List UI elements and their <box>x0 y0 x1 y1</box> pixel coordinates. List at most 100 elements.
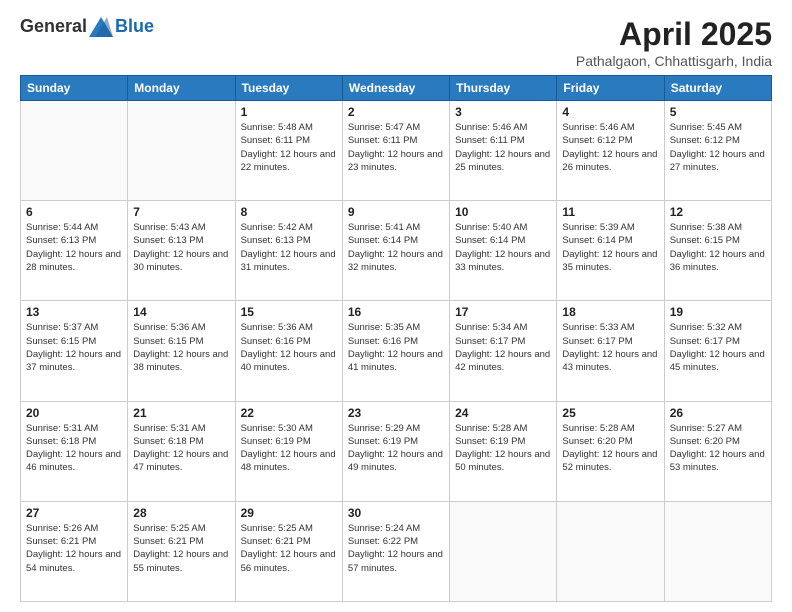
day-number: 23 <box>348 406 444 420</box>
day-info: Sunrise: 5:36 AMSunset: 6:16 PMDaylight:… <box>241 321 337 374</box>
day-number: 5 <box>670 105 766 119</box>
day-info: Sunrise: 5:46 AMSunset: 6:11 PMDaylight:… <box>455 121 551 174</box>
table-row: 30Sunrise: 5:24 AMSunset: 6:22 PMDayligh… <box>342 501 449 601</box>
table-row: 28 Sunrise: 5:25 AMSunset: 6:21 PMDayligh… <box>128 501 235 601</box>
table-row: 7 Sunrise: 5:43 AMSunset: 6:13 PMDaylight… <box>128 201 235 301</box>
table-row: 29 Sunrise: 5:25 AMSunset: 6:21 PMDayligh… <box>235 501 342 601</box>
table-row: 19 Sunrise: 5:32 AMSunset: 6:17 PMDayligh… <box>664 301 771 401</box>
day-number: 19 <box>670 305 766 319</box>
table-row: 9 Sunrise: 5:41 AMSunset: 6:14 PMDaylight… <box>342 201 449 301</box>
day-number: 17 <box>455 305 551 319</box>
table-row: 22Sunrise: 5:30 AMSunset: 6:19 PMDayligh… <box>235 401 342 501</box>
logo-text-blue: Blue <box>115 16 154 37</box>
title-block: April 2025 Pathalgaon, Chhattisgarh, Ind… <box>576 16 772 69</box>
day-info: Sunrise: 5:32 AMSunset: 6:17 PMDaylight:… <box>670 321 766 374</box>
day-info: Sunrise: 5:47 AMSunset: 6:11 PMDaylight:… <box>348 121 444 174</box>
table-row: 13 Sunrise: 5:37 AMSunset: 6:15 PMDayligh… <box>21 301 128 401</box>
col-sunday: Sunday <box>21 76 128 101</box>
table-row: 8Sunrise: 5:42 AMSunset: 6:13 PMDaylight… <box>235 201 342 301</box>
day-number: 18 <box>562 305 658 319</box>
table-row <box>557 501 664 601</box>
day-info: Sunrise: 5:37 AMSunset: 6:15 PMDaylight:… <box>26 321 122 374</box>
day-number: 22 <box>241 406 337 420</box>
calendar-week-row: 1 Sunrise: 5:48 AMSunset: 6:11 PMDaylight… <box>21 101 772 201</box>
logo-text-general: General <box>20 16 87 37</box>
day-info: Sunrise: 5:25 AMSunset: 6:21 PMDaylight:… <box>133 522 229 575</box>
table-row: 26 Sunrise: 5:27 AMSunset: 6:20 PMDayligh… <box>664 401 771 501</box>
day-info: Sunrise: 5:42 AMSunset: 6:13 PMDaylight:… <box>241 221 337 274</box>
day-info: Sunrise: 5:40 AMSunset: 6:14 PMDaylight:… <box>455 221 551 274</box>
day-number: 28 <box>133 506 229 520</box>
col-thursday: Thursday <box>450 76 557 101</box>
day-info: Sunrise: 5:39 AMSunset: 6:14 PMDaylight:… <box>562 221 658 274</box>
day-info: Sunrise: 5:35 AMSunset: 6:16 PMDaylight:… <box>348 321 444 374</box>
day-number: 16 <box>348 305 444 319</box>
table-row: 10 Sunrise: 5:40 AMSunset: 6:14 PMDayligh… <box>450 201 557 301</box>
day-number: 20 <box>26 406 122 420</box>
day-number: 14 <box>133 305 229 319</box>
day-number: 24 <box>455 406 551 420</box>
table-row <box>21 101 128 201</box>
table-row: 24Sunrise: 5:28 AMSunset: 6:19 PMDayligh… <box>450 401 557 501</box>
table-row: 12Sunrise: 5:38 AMSunset: 6:15 PMDayligh… <box>664 201 771 301</box>
day-number: 2 <box>348 105 444 119</box>
header: General Blue April 2025 Pathalgaon, Chha… <box>20 16 772 69</box>
table-row: 16 Sunrise: 5:35 AMSunset: 6:16 PMDayligh… <box>342 301 449 401</box>
day-info: Sunrise: 5:48 AMSunset: 6:11 PMDaylight:… <box>241 121 337 174</box>
col-friday: Friday <box>557 76 664 101</box>
table-row: 25 Sunrise: 5:28 AMSunset: 6:20 PMDayligh… <box>557 401 664 501</box>
day-info: Sunrise: 5:33 AMSunset: 6:17 PMDaylight:… <box>562 321 658 374</box>
day-info: Sunrise: 5:43 AMSunset: 6:13 PMDaylight:… <box>133 221 229 274</box>
day-number: 13 <box>26 305 122 319</box>
day-number: 21 <box>133 406 229 420</box>
table-row: 15Sunrise: 5:36 AMSunset: 6:16 PMDayligh… <box>235 301 342 401</box>
calendar-week-row: 27Sunrise: 5:26 AMSunset: 6:21 PMDayligh… <box>21 501 772 601</box>
day-number: 6 <box>26 205 122 219</box>
day-number: 1 <box>241 105 337 119</box>
calendar-week-row: 6Sunrise: 5:44 AMSunset: 6:13 PMDaylight… <box>21 201 772 301</box>
col-saturday: Saturday <box>664 76 771 101</box>
title-main: April 2025 <box>576 16 772 53</box>
day-info: Sunrise: 5:41 AMSunset: 6:14 PMDaylight:… <box>348 221 444 274</box>
table-row: 18 Sunrise: 5:33 AMSunset: 6:17 PMDayligh… <box>557 301 664 401</box>
day-number: 3 <box>455 105 551 119</box>
day-number: 29 <box>241 506 337 520</box>
day-number: 25 <box>562 406 658 420</box>
day-number: 9 <box>348 205 444 219</box>
day-number: 11 <box>562 205 658 219</box>
day-info: Sunrise: 5:25 AMSunset: 6:21 PMDaylight:… <box>241 522 337 575</box>
day-number: 30 <box>348 506 444 520</box>
day-info: Sunrise: 5:31 AMSunset: 6:18 PMDaylight:… <box>133 422 229 475</box>
table-row <box>664 501 771 601</box>
day-info: Sunrise: 5:36 AMSunset: 6:15 PMDaylight:… <box>133 321 229 374</box>
calendar-week-row: 20 Sunrise: 5:31 AMSunset: 6:18 PMDayligh… <box>21 401 772 501</box>
table-row: 5 Sunrise: 5:45 AMSunset: 6:12 PMDaylight… <box>664 101 771 201</box>
logo-icon <box>89 17 113 37</box>
table-row <box>450 501 557 601</box>
page: General Blue April 2025 Pathalgaon, Chha… <box>0 0 792 612</box>
table-row: 14 Sunrise: 5:36 AMSunset: 6:15 PMDayligh… <box>128 301 235 401</box>
day-number: 26 <box>670 406 766 420</box>
day-info: Sunrise: 5:28 AMSunset: 6:20 PMDaylight:… <box>562 422 658 475</box>
day-info: Sunrise: 5:46 AMSunset: 6:12 PMDaylight:… <box>562 121 658 174</box>
day-info: Sunrise: 5:38 AMSunset: 6:15 PMDaylight:… <box>670 221 766 274</box>
table-row: 3 Sunrise: 5:46 AMSunset: 6:11 PMDaylight… <box>450 101 557 201</box>
day-info: Sunrise: 5:27 AMSunset: 6:20 PMDaylight:… <box>670 422 766 475</box>
day-info: Sunrise: 5:45 AMSunset: 6:12 PMDaylight:… <box>670 121 766 174</box>
table-row: 1 Sunrise: 5:48 AMSunset: 6:11 PMDaylight… <box>235 101 342 201</box>
day-number: 7 <box>133 205 229 219</box>
table-row: 4Sunrise: 5:46 AMSunset: 6:12 PMDaylight… <box>557 101 664 201</box>
table-row: 20 Sunrise: 5:31 AMSunset: 6:18 PMDayligh… <box>21 401 128 501</box>
calendar-table: Sunday Monday Tuesday Wednesday Thursday… <box>20 75 772 602</box>
table-row <box>128 101 235 201</box>
day-number: 10 <box>455 205 551 219</box>
logo: General Blue <box>20 16 154 37</box>
table-row: 6Sunrise: 5:44 AMSunset: 6:13 PMDaylight… <box>21 201 128 301</box>
col-wednesday: Wednesday <box>342 76 449 101</box>
col-tuesday: Tuesday <box>235 76 342 101</box>
table-row: 27Sunrise: 5:26 AMSunset: 6:21 PMDayligh… <box>21 501 128 601</box>
day-info: Sunrise: 5:26 AMSunset: 6:21 PMDaylight:… <box>26 522 122 575</box>
day-info: Sunrise: 5:31 AMSunset: 6:18 PMDaylight:… <box>26 422 122 475</box>
calendar-week-row: 13 Sunrise: 5:37 AMSunset: 6:15 PMDayligh… <box>21 301 772 401</box>
table-row: 23Sunrise: 5:29 AMSunset: 6:19 PMDayligh… <box>342 401 449 501</box>
